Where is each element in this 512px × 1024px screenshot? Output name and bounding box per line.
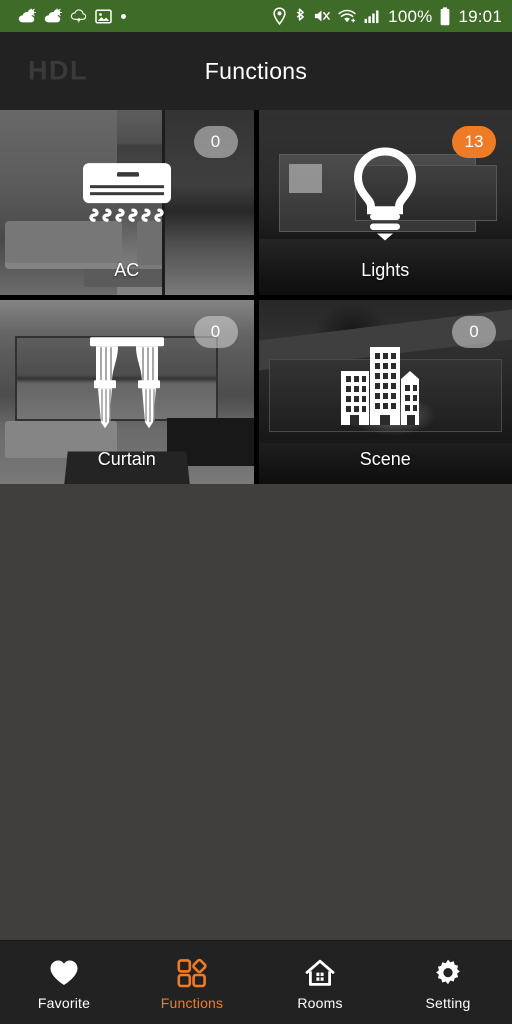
weather-partly-cloudy-icon xyxy=(18,8,37,24)
tile-lights[interactable]: 13 Lights xyxy=(258,110,512,295)
buildings-icon xyxy=(339,345,431,432)
air-conditioner-icon xyxy=(79,157,175,240)
tile-curtain-badge: 0 xyxy=(193,315,238,348)
clock-label: 19:01 xyxy=(458,6,502,26)
functions-grid: 0 AC 13 Lights 0 Curtain 0 Scene xyxy=(0,110,512,484)
nav-label-functions: Functions xyxy=(160,995,224,1011)
heart-icon xyxy=(49,958,79,988)
home-icon xyxy=(305,958,335,988)
tile-scene[interactable]: 0 Scene xyxy=(258,299,512,484)
nav-label-setting: Setting xyxy=(425,995,471,1011)
nav-item-functions[interactable]: Functions xyxy=(128,941,256,1024)
nav-item-setting[interactable]: Setting xyxy=(384,941,512,1024)
volume-mute-icon xyxy=(313,8,331,24)
cellular-signal-icon xyxy=(364,9,381,24)
battery-percent-label: 100% xyxy=(388,6,433,26)
tile-lights-badge: 13 xyxy=(452,126,496,158)
tile-ac-badge: 0 xyxy=(193,126,238,158)
nav-label-rooms: Rooms xyxy=(297,995,343,1011)
lightbulb-icon xyxy=(346,147,424,249)
app-header: HDL Functions xyxy=(0,32,512,110)
curtain-icon xyxy=(88,335,166,440)
app-root: 100% 19:01 HDL Functions 0 AC 13 Lights … xyxy=(0,0,512,1024)
tile-ac-label: AC xyxy=(114,259,140,280)
nav-item-favorite[interactable]: Favorite xyxy=(0,941,128,1024)
nav-item-rooms[interactable]: Rooms xyxy=(256,941,384,1024)
image-icon xyxy=(95,9,112,24)
tile-curtain[interactable]: 0 Curtain xyxy=(0,299,254,484)
hdl-logo: HDL xyxy=(28,55,88,86)
tile-curtain-label: Curtain xyxy=(97,449,156,469)
bluetooth-icon xyxy=(294,7,306,25)
battery-full-icon xyxy=(439,6,451,26)
wifi-icon xyxy=(338,8,357,24)
dot-indicator-icon xyxy=(121,13,126,19)
status-bar-left-icons xyxy=(18,8,126,24)
status-bar: 100% 19:01 xyxy=(0,0,512,32)
empty-content-area xyxy=(0,484,512,940)
status-bar-right-icons: 100% 19:01 xyxy=(272,6,502,26)
tile-ac[interactable]: 0 AC xyxy=(0,110,254,295)
location-pin-icon xyxy=(272,7,287,25)
weather-storm-cloud-icon xyxy=(70,8,88,24)
function-grid-icon xyxy=(177,958,207,988)
tile-scene-label: Scene xyxy=(359,449,411,469)
bottom-navigation-bar: Favorite Functions Rooms Setting xyxy=(0,940,512,1024)
nav-label-favorite: Favorite xyxy=(37,995,91,1011)
weather-partly-cloudy-icon xyxy=(44,8,63,24)
tile-scene-badge: 0 xyxy=(452,315,496,348)
gear-icon xyxy=(433,958,463,988)
tile-lights-label: Lights xyxy=(361,259,410,280)
